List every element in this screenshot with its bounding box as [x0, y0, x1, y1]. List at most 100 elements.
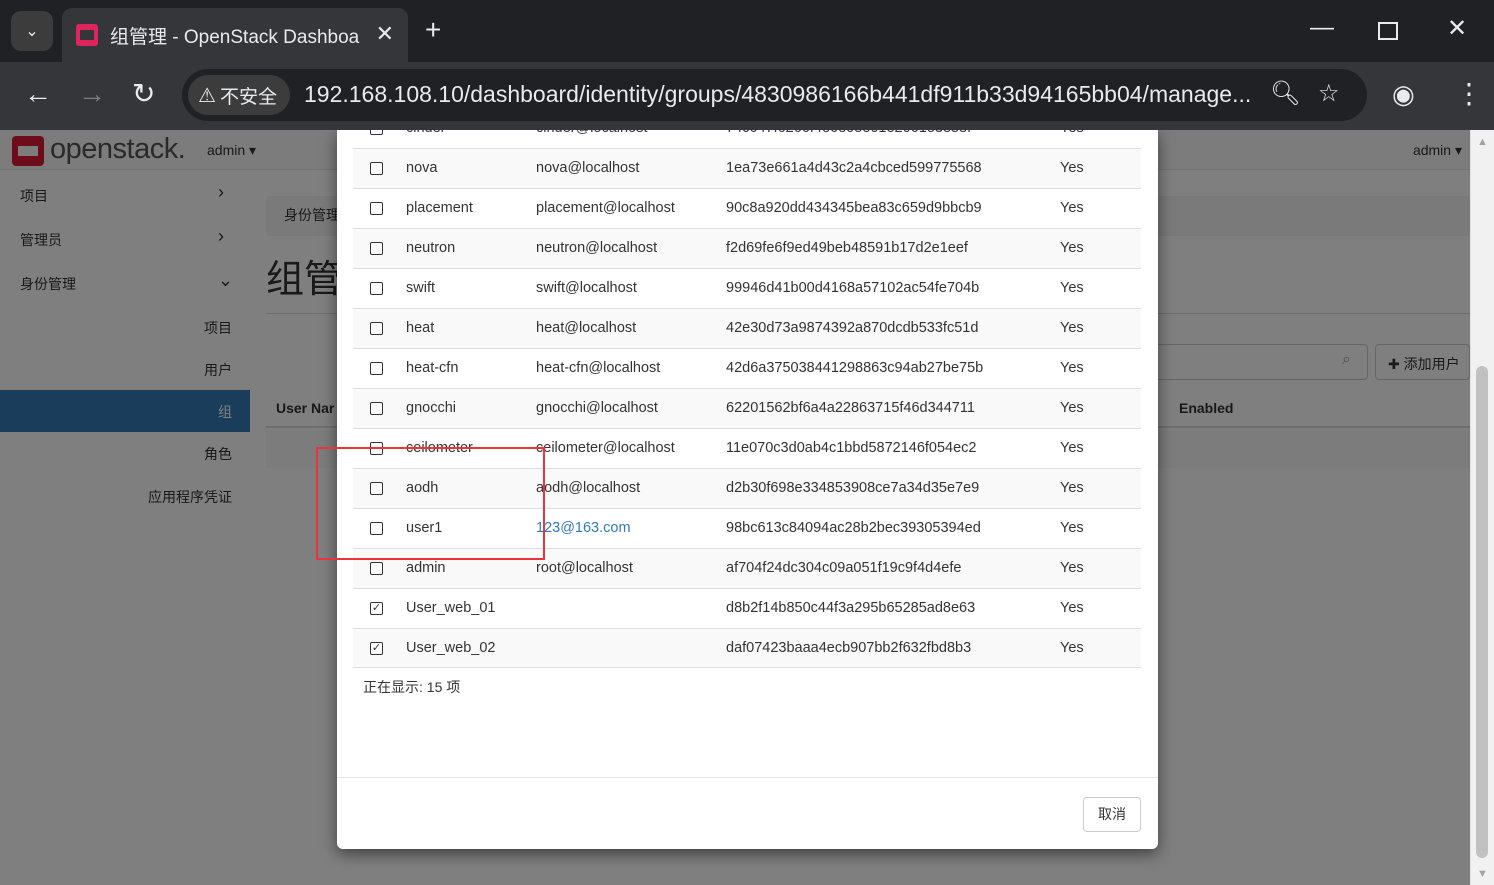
openstack-favicon-icon [76, 24, 98, 46]
row-checkbox[interactable] [370, 202, 383, 215]
scroll-up-icon[interactable]: ▲ [1477, 136, 1488, 148]
cell-user-name: User_web_01 [406, 600, 496, 616]
cell-email: cinder@localhost [536, 130, 647, 136]
tab-title: 组管理 - OpenStack Dashboard [110, 26, 360, 48]
security-chip[interactable]: ⚠ 不安全 [188, 75, 290, 115]
cell-enabled: Yes [1060, 480, 1084, 496]
cell-enabled: Yes [1060, 240, 1084, 256]
cell-user-id: 99946d41b00d4168a57102ac54fe704b [726, 280, 980, 296]
table-row[interactable]: heat heat@localhost 42e30d73a9874392a870dc… [353, 308, 1141, 348]
table-row[interactable]: nova nova@localhost 1ea73e661a4d43c2a4cbce… [353, 148, 1141, 188]
url-text[interactable]: 192.168.108.10/dashboard/identity/groups… [304, 81, 1254, 108]
cell-user-id: 74c647f6266f4e6e05e01e2061e3e58f [726, 130, 971, 136]
cell-enabled: Yes [1060, 640, 1084, 656]
page-viewport: openstack. admin ▾ admin ▾ 项目 › 管理员 › 身份… [0, 130, 1470, 885]
page-scrollbar[interactable]: ▲ ▼ [1470, 130, 1494, 885]
cell-email: nova@localhost [536, 160, 640, 176]
table-row[interactable]: heat-cfn heat-cfn@localhost 42d6a375038441… [353, 348, 1141, 388]
row-checkbox[interactable]: ✓ [370, 642, 383, 655]
close-tab-icon[interactable]: ✕ [376, 21, 394, 47]
browser-tab-active[interactable]: 组管理 - OpenStack Dashboard ✕ [62, 8, 408, 62]
row-checkbox[interactable] [370, 322, 383, 335]
scrollbar-thumb[interactable] [1476, 366, 1488, 858]
omnibox[interactable]: ⚠ 不安全 192.168.108.10/dashboard/identity/… [182, 69, 1367, 121]
cell-enabled: Yes [1060, 560, 1084, 576]
cell-enabled: Yes [1060, 280, 1084, 296]
cell-user-name: gnocchi [406, 400, 456, 416]
cell-email: placement@localhost [536, 200, 675, 216]
cell-user-name: neutron [406, 240, 456, 256]
cell-user-id: d2b30f698e334853908ce7a34d35e7e9 [726, 480, 980, 496]
row-checkbox[interactable] [370, 130, 383, 135]
zoom-search-icon[interactable]: 🔍︎ [1270, 79, 1300, 108]
cell-enabled: Yes [1060, 160, 1084, 176]
security-label: 不安全 [219, 86, 277, 108]
table-row[interactable]: ✓ User_web_02 daf07423baaa4ecb907bb2f632fb… [353, 628, 1141, 668]
modal-footer-divider [337, 777, 1158, 778]
cell-email: heat-cfn@localhost [536, 360, 661, 376]
cell-user-name: cinder [406, 130, 446, 136]
cell-email: ceilometer@localhost [536, 440, 675, 456]
cancel-button[interactable]: 取消 [1083, 797, 1141, 832]
cell-user-name: nova [406, 160, 438, 176]
cell-user-id: 98bc613c84094ac28b2bec39305394ed [726, 520, 981, 536]
cell-email[interactable]: 123@163.com [536, 520, 631, 536]
cell-user-name: placement [406, 200, 473, 216]
cell-email: swift@localhost [536, 280, 637, 296]
cell-user-id: 62201562bf6a4a22863715f46d344711 [726, 400, 975, 416]
modal-user-table: cinder cinder@localhost 74c647f6266f4e6e05… [353, 130, 1141, 668]
cell-user-id: 42d6a375038441298863c94ab27be75b [726, 360, 984, 376]
cell-enabled: Yes [1060, 360, 1084, 376]
browser-tab-strip: ⌄ 组管理 - OpenStack Dashboard ✕ + — ✕ [0, 0, 1494, 62]
cell-enabled: Yes [1060, 440, 1084, 456]
cell-enabled: Yes [1060, 520, 1084, 536]
minimize-icon[interactable]: — [1310, 14, 1334, 42]
row-checkbox[interactable] [370, 282, 383, 295]
cell-user-id: daf07423baaa4ecb907bb2f632fbd8b3 [726, 640, 972, 656]
forward-icon[interactable]: → [78, 80, 106, 108]
cell-user-name: heat [406, 320, 435, 336]
row-checkbox[interactable] [370, 402, 383, 415]
cell-user-id: 90c8a920dd434345bea83c659d9bbcb9 [726, 200, 982, 216]
menu-kebab-icon[interactable]: ⋮ [1455, 80, 1483, 108]
new-tab-icon[interactable]: + [425, 16, 441, 44]
browser-toolbar: ← → ↻ ⚠ 不安全 192.168.108.10/dashboard/ide… [0, 62, 1494, 130]
cell-enabled: Yes [1060, 600, 1084, 616]
cell-email: heat@localhost [536, 320, 637, 336]
chevron-down-icon: ⌄ [25, 23, 39, 40]
row-checkbox[interactable] [370, 362, 383, 375]
cell-user-id: f2d69fe6f9ed49beb48591b17d2e1eef [726, 240, 968, 256]
table-row[interactable]: swift swift@localhost 99946d41b00d4168a571… [353, 268, 1141, 308]
back-icon[interactable]: ← [24, 80, 52, 108]
tab-search-button[interactable]: ⌄ [11, 11, 53, 51]
close-window-icon[interactable]: ✕ [1447, 14, 1467, 43]
row-checkbox[interactable] [370, 562, 383, 575]
profile-icon[interactable]: ◉ [1392, 80, 1415, 108]
cell-user-id: 11e070c3d0ab4c1bbd5872146f054ec2 [726, 440, 977, 456]
table-row[interactable]: placement placement@localhost 90c8a920dd43… [353, 188, 1141, 228]
scroll-down-icon[interactable]: ▼ [1477, 868, 1488, 880]
reload-icon[interactable]: ↻ [132, 80, 155, 108]
row-checkbox[interactable]: ✓ [370, 602, 383, 615]
row-checkbox[interactable] [370, 242, 383, 255]
bookmark-star-icon[interactable]: ☆ [1318, 79, 1340, 108]
cell-user-id: 1ea73e661a4d43c2a4cbced599775568 [726, 160, 982, 176]
table-row[interactable]: neutron neutron@localhost f2d69fe6f9ed49be… [353, 228, 1141, 268]
table-row[interactable]: cinder cinder@localhost 74c647f6266f4e6e05… [353, 130, 1141, 148]
cell-user-id: af704f24dc304c09a051f19c9f4d4efe [726, 560, 962, 576]
row-checkbox[interactable] [370, 162, 383, 175]
cell-enabled: Yes [1060, 320, 1084, 336]
cell-user-id: d8b2f14b850c44f3a295b65285ad8e63 [726, 600, 976, 616]
cell-user-name: heat-cfn [406, 360, 459, 376]
maximize-icon[interactable] [1378, 22, 1398, 40]
item-count: 正在显示: 15 项 [363, 679, 461, 695]
table-row[interactable]: ✓ User_web_01 d8b2f14b850c44f3a295b65285ad… [353, 588, 1141, 628]
cell-user-name: User_web_02 [406, 640, 496, 656]
annotation-highlight-box [316, 447, 545, 560]
table-row[interactable]: gnocchi gnocchi@localhost 62201562bf6a4a22… [353, 388, 1141, 428]
cell-email: aodh@localhost [536, 480, 641, 496]
cell-enabled: Yes [1060, 130, 1084, 136]
cell-enabled: Yes [1060, 400, 1084, 416]
cell-email: neutron@localhost [536, 240, 658, 256]
cell-enabled: Yes [1060, 200, 1084, 216]
